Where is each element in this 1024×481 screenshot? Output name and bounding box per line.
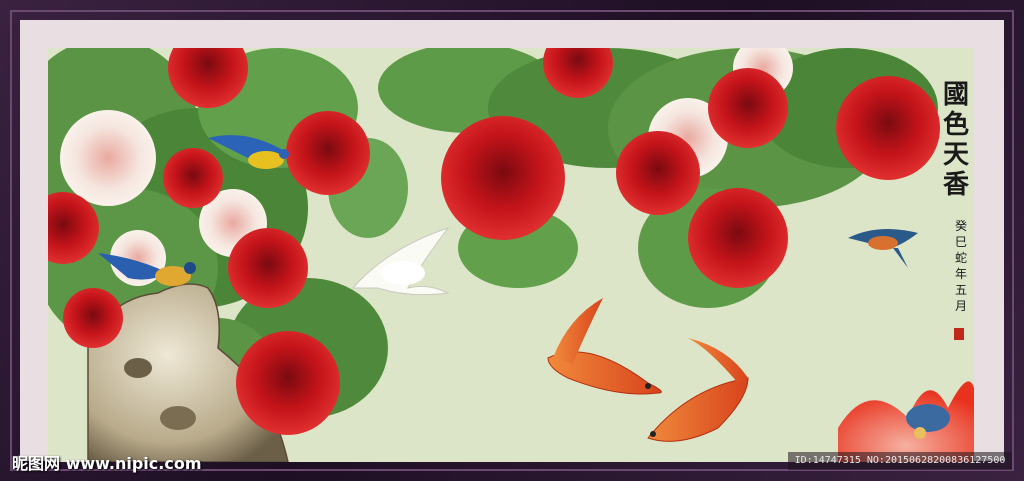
title-char: 天 [943, 140, 970, 170]
rock-hole [124, 358, 152, 378]
inscription-char: 癸 [955, 219, 968, 233]
painting-canvas [48, 48, 974, 462]
calligraphy-title: 國 色 天 香 [943, 80, 969, 200]
inscription-char: 月 [955, 299, 968, 313]
id-watermark: ID:14747315 NO:20150628200836127500 [788, 452, 1012, 470]
title-char: 國 [943, 80, 970, 110]
title-char: 香 [943, 170, 970, 200]
site-watermark: 昵图网 www.nipic.com [12, 454, 202, 473]
inscription-char: 五 [955, 283, 968, 297]
inscription-char: 年 [955, 267, 968, 281]
title-char: 色 [943, 110, 970, 140]
calligraphy-inscription: 癸 巳 蛇 年 五 月 [955, 218, 967, 314]
inscription-char: 蛇 [955, 251, 968, 265]
red-seal-stamp [954, 328, 964, 340]
inscription-char: 巳 [955, 235, 968, 249]
